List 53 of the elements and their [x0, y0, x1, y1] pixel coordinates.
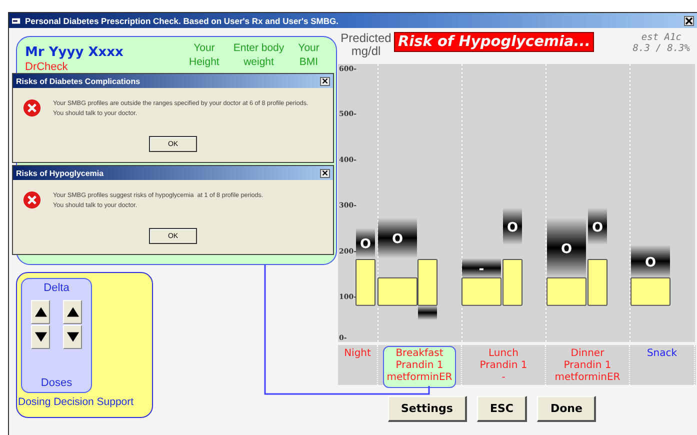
- marker-label: O: [392, 232, 404, 248]
- error-icon: [23, 191, 41, 209]
- close-button[interactable]: [320, 168, 330, 178]
- column-header: Your Height: [189, 41, 220, 70]
- up-triangle-icon: [66, 307, 78, 317]
- up-button[interactable]: [31, 300, 50, 324]
- prediction-gradient: [462, 258, 501, 278]
- up-button[interactable]: [63, 300, 82, 324]
- prediction-gradient: [378, 218, 417, 258]
- prediction-gradient: [356, 228, 375, 258]
- close-icon: [322, 170, 328, 176]
- close-button[interactable]: [684, 16, 694, 26]
- marker-label: O: [592, 220, 604, 236]
- window-title: Personal Diabetes Prescription Check. Based on User's Rx and User's SMBG.: [25, 16, 340, 26]
- marker-label: O: [644, 255, 656, 270]
- marker-label: O: [560, 242, 572, 257]
- app-icon: [12, 16, 21, 24]
- prediction-gradient: [418, 305, 437, 320]
- period-label[interactable]: Snack: [644, 346, 680, 362]
- dialog-title: Risks of Hypoglycemia: [16, 168, 105, 178]
- marker-label: O: [360, 237, 372, 252]
- down-button[interactable]: [63, 325, 82, 349]
- up-triangle-icon: [34, 307, 46, 317]
- close-button[interactable]: [320, 76, 330, 86]
- panel-caption: Dosing Decision Support: [18, 396, 135, 408]
- down-triangle-icon: [34, 332, 46, 342]
- prediction-gradient: [503, 208, 522, 245]
- prediction-gradient: [547, 218, 586, 278]
- dialog-title: Risks of Diabetes Complications: [16, 76, 142, 86]
- column-header: Your BMI: [298, 41, 320, 70]
- patient-name: Mr Yyyy Xxxx: [25, 45, 124, 60]
- down-triangle-icon: [66, 332, 78, 342]
- delta-label: Delta: [44, 282, 70, 294]
- marker-label: -: [478, 262, 484, 278]
- doctor-name: DrCheck: [25, 61, 69, 73]
- target-range-bar: [356, 259, 376, 306]
- action-button[interactable]: Done: [537, 396, 596, 422]
- prediction-gradient: [631, 244, 670, 278]
- close-icon: [322, 78, 328, 84]
- doses-label: Doses: [40, 377, 72, 389]
- action-button[interactable]: Settings: [388, 396, 467, 422]
- down-button[interactable]: [31, 325, 50, 349]
- a1c-label: est A1c: [641, 32, 682, 43]
- column-header: Enter body weight: [233, 41, 284, 70]
- a1c-value: 8.3 / 8.3%: [632, 43, 690, 54]
- close-icon: [685, 16, 693, 24]
- alert-banner: Risk of Hypoglycemia...: [394, 32, 594, 52]
- prediction-gradient: [588, 208, 607, 245]
- target-range-bar: [630, 277, 670, 306]
- action-button[interactable]: ESC: [476, 396, 528, 422]
- marker-label: O: [506, 220, 518, 236]
- error-icon: [23, 99, 41, 117]
- unit-label: Predicted mg/dl: [340, 32, 392, 58]
